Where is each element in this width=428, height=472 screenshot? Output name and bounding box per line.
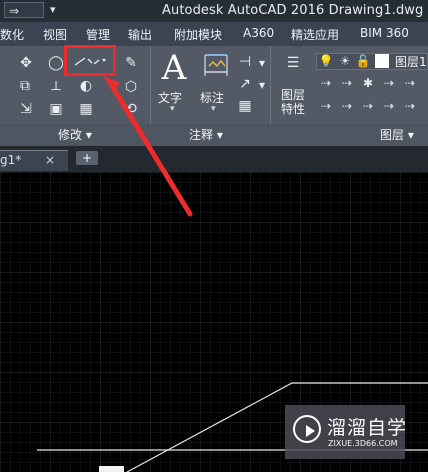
watermark-name: 溜溜自学 (327, 417, 408, 439)
chevron-down-icon[interactable]: ▾ (50, 2, 60, 18)
autocad-window: ⇒ ▾ Autodesk AutoCAD 2016 Drawing1.dwg 数… (0, 0, 428, 472)
layer-tool-icon[interactable]: ⇢ (382, 76, 396, 90)
tab-output[interactable]: 输出 (128, 26, 152, 43)
layer-tool-icon[interactable]: ⇢ (403, 76, 417, 90)
tab-manage[interactable]: 管理 (86, 26, 110, 43)
tab-a360[interactable]: A360 (243, 26, 274, 40)
layer-tool-icon[interactable]: ⇢ (319, 76, 333, 90)
offset-icon[interactable]: ⟲ (121, 100, 141, 118)
move-icon[interactable]: ✥ (16, 54, 36, 72)
layer-tool-icon[interactable]: ✱ (361, 76, 375, 90)
unlock-icon[interactable]: 🔓 (356, 54, 371, 68)
layer-properties-icon[interactable]: ☰ (281, 51, 305, 75)
layer-tool-icon[interactable]: ⇢ (319, 99, 333, 113)
new-tab-button[interactable]: + (76, 151, 98, 165)
quick-access-undo-button[interactable]: ⇒ (4, 2, 44, 18)
highlighted-tool-frame (64, 45, 116, 76)
text-large-icon[interactable]: A (157, 51, 191, 86)
layer-tool-icon[interactable]: ⇢ (382, 99, 396, 113)
tab-add-ins[interactable]: 附加模块 (174, 26, 222, 43)
mirror-icon[interactable]: ⟂ (46, 77, 66, 95)
layer-tool-icon[interactable]: ⇢ (340, 99, 354, 113)
layer-properties-label[interactable]: 图层 特性 (281, 88, 305, 116)
layer-tool-icon[interactable]: ⇢ (340, 76, 354, 90)
copy-icon[interactable]: ⧉ (15, 77, 35, 95)
document-tab-label: g1* (0, 153, 22, 167)
ribbon-tabs-bar: 数化 视图 管理 输出 附加模块 A360 精选应用 BIM 360 (0, 22, 428, 46)
table-icon[interactable]: ▦ (236, 97, 254, 115)
explode-icon[interactable]: ⬡ (121, 78, 141, 96)
layer-tool-icon[interactable]: ⇢ (361, 99, 375, 113)
tab-featured-apps[interactable]: 精选应用 (291, 26, 339, 43)
tab-view[interactable]: 视图 (43, 26, 67, 43)
dimension-icon[interactable] (201, 52, 231, 86)
window-title: Autodesk AutoCAD 2016 Drawing1.dwg (162, 3, 424, 18)
document-tab[interactable]: g1* × (0, 150, 68, 171)
layer-tool-icon[interactable]: ⇢ (403, 99, 417, 113)
bulb-on-icon[interactable]: 💡 (319, 54, 334, 68)
watermark-site: ZIXUE.3D66.COM (328, 439, 398, 448)
watermark: 溜溜自学 ZIXUE.3D66.COM (285, 405, 408, 459)
chevron-down-icon[interactable]: ▾ (255, 78, 269, 92)
annotation-panel-title[interactable]: 注释 ▾ (189, 126, 223, 143)
sun-icon[interactable]: ☀ (338, 54, 352, 68)
array-icon[interactable]: ▦ (76, 100, 96, 118)
play-icon (306, 425, 315, 437)
undo-arrow-icon: ⇒ (9, 4, 20, 18)
erase-brush-icon[interactable]: ✎ (121, 54, 141, 72)
current-layer-name[interactable]: 图层1 (395, 53, 427, 70)
modify-panel-title[interactable]: 修改 ▾ (58, 126, 92, 143)
close-icon[interactable]: × (45, 153, 55, 167)
title-bar: ⇒ ▾ Autodesk AutoCAD 2016 Drawing1.dwg (0, 0, 428, 22)
chevron-down-icon[interactable]: ▾ (255, 56, 269, 70)
chevron-down-icon[interactable]: ▾ (170, 104, 175, 114)
fillet-icon[interactable]: ◐ (76, 77, 96, 95)
tab-bim360[interactable]: BIM 360 (360, 26, 409, 40)
scale-icon[interactable]: ▣ (46, 100, 66, 118)
layers-panel-title[interactable]: 图层 ▾ (380, 126, 414, 143)
stretch-icon[interactable]: ⇲ (16, 100, 36, 118)
color-swatch-icon (375, 54, 389, 68)
chevron-down-icon[interactable]: ▾ (211, 104, 216, 114)
linear-dimension-icon[interactable]: ⊣ (236, 53, 254, 71)
watermark-logo (293, 415, 321, 443)
rotate-icon[interactable]: ◯ (46, 54, 66, 72)
tab-digitize[interactable]: 数化 (0, 26, 24, 43)
leader-icon[interactable]: ↗ (236, 75, 254, 93)
